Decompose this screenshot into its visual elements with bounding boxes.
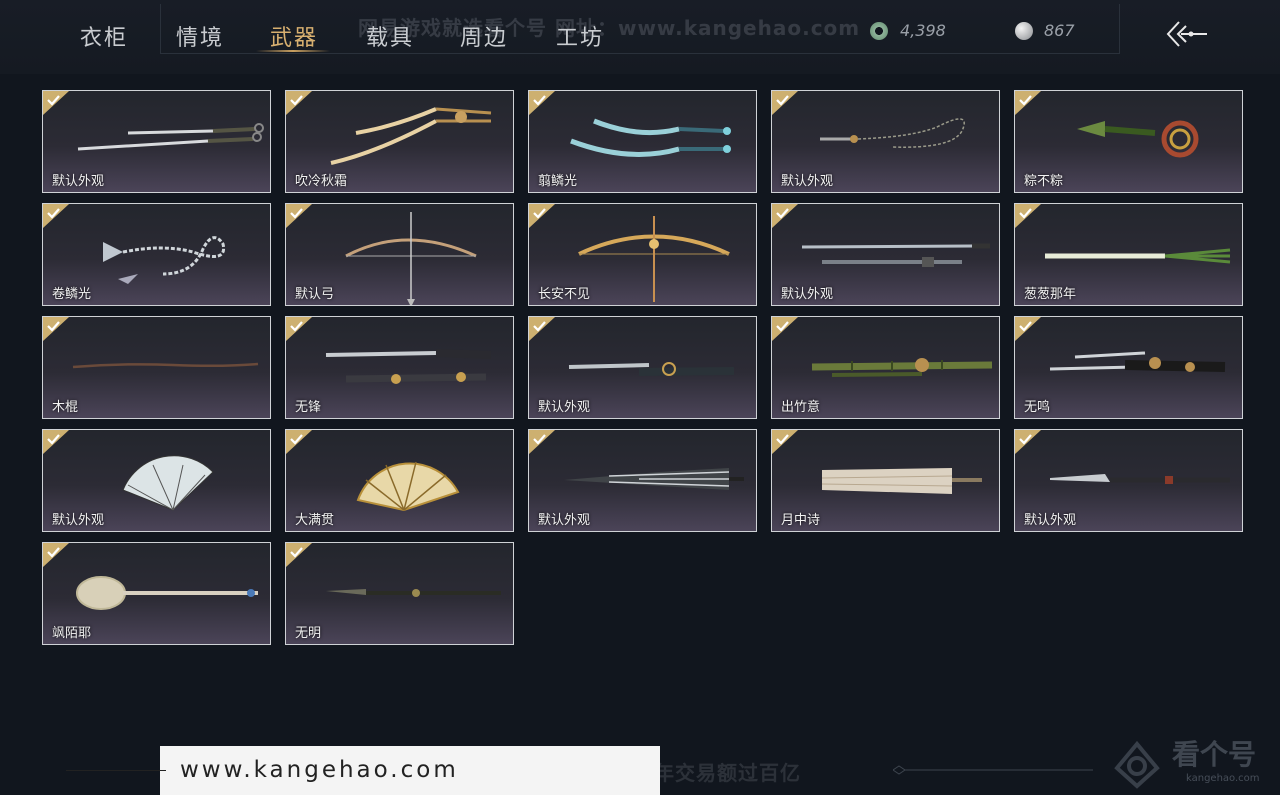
footer-divider <box>893 765 1093 775</box>
weapon-card[interactable]: 默认弓 <box>285 203 514 306</box>
logo-subtext: kangehao.com <box>1186 773 1260 784</box>
weapon-card[interactable]: 默认外观 <box>528 316 757 419</box>
jade-currency-amount: 4,398 <box>900 21 946 40</box>
weapon-name: 吹冷秋霜 <box>295 174 348 189</box>
weapon-name: 粽不粽 <box>1024 174 1064 189</box>
owned-check-icon <box>529 430 555 454</box>
logo-text: 看个号 <box>1172 738 1257 771</box>
weapon-card[interactable]: 无明 <box>285 542 514 645</box>
owned-check-icon <box>1015 317 1041 341</box>
url-line <box>66 770 166 771</box>
weapon-card[interactable]: 默认外观 <box>771 90 1000 193</box>
owned-check-icon <box>286 543 312 567</box>
silver-currency-amount: 867 <box>1044 21 1075 40</box>
owned-check-icon <box>43 91 69 115</box>
weapon-name: 葱葱那年 <box>1024 287 1077 302</box>
weapon-name: 长安不见 <box>538 287 591 302</box>
weapon-card[interactable]: 默认外观 <box>42 90 271 193</box>
weapon-card[interactable]: 默认外观 <box>1014 429 1243 532</box>
weapon-name: 卷鳞光 <box>52 287 92 302</box>
owned-check-icon <box>529 317 555 341</box>
tab-wardrobe[interactable]: 衣柜 <box>80 20 128 52</box>
weapon-card[interactable]: 葱葱那年 <box>1014 203 1243 306</box>
weapon-card[interactable]: 粽不粽 <box>1014 90 1243 193</box>
weapon-name: 默认外观 <box>538 513 591 528</box>
weapon-card[interactable]: 无锋 <box>285 316 514 419</box>
weapon-card[interactable]: 飒陌耶 <box>42 542 271 645</box>
tab-weapons[interactable]: 武器 <box>270 20 318 52</box>
owned-check-icon <box>1015 430 1041 454</box>
active-tab-underline <box>256 50 330 52</box>
weapon-name: 无锋 <box>295 400 322 415</box>
weapon-name: 默认外观 <box>538 400 591 415</box>
weapon-name: 默认外观 <box>1024 513 1077 528</box>
owned-check-icon <box>529 204 555 228</box>
weapon-card[interactable]: 吹冷秋霜 <box>285 90 514 193</box>
owned-check-icon <box>529 91 555 115</box>
weapon-card[interactable]: 默认外观 <box>42 429 271 532</box>
owned-check-icon <box>772 430 798 454</box>
weapon-name: 出竹意 <box>781 400 821 415</box>
silver-coin-icon <box>1015 22 1033 40</box>
tab-scenes[interactable]: 情境 <box>176 20 224 52</box>
owned-check-icon <box>43 430 69 454</box>
weapon-card[interactable]: 默认外观 <box>528 429 757 532</box>
owned-check-icon <box>1015 204 1041 228</box>
url-text: www.kangehao.com <box>180 757 459 783</box>
weapon-name: 月中诗 <box>781 513 821 528</box>
jade-coin-icon <box>870 22 888 40</box>
weapon-name: 无鸣 <box>1024 400 1051 415</box>
owned-check-icon <box>43 317 69 341</box>
weapon-name: 无明 <box>295 626 322 641</box>
owned-check-icon <box>772 91 798 115</box>
weapon-card[interactable]: 无鸣 <box>1014 316 1243 419</box>
weapon-name: 默认外观 <box>781 174 834 189</box>
weapon-name: 木棍 <box>52 400 79 415</box>
owned-check-icon <box>286 317 312 341</box>
weapon-name: 默认外观 <box>52 513 105 528</box>
weapon-name: 大满贯 <box>295 513 335 528</box>
weapon-name: 翦鳞光 <box>538 174 578 189</box>
weapon-card[interactable]: 卷鳞光 <box>42 203 271 306</box>
owned-check-icon <box>43 543 69 567</box>
top-watermark: 网易游戏就选看个号 网址：www.kangehao.com <box>358 16 861 40</box>
owned-check-icon <box>1015 91 1041 115</box>
owned-check-icon <box>772 204 798 228</box>
owned-check-icon <box>286 204 312 228</box>
weapon-card[interactable]: 出竹意 <box>771 316 1000 419</box>
weapon-card[interactable]: 翦鳞光 <box>528 90 757 193</box>
weapon-card[interactable]: 默认外观 <box>771 203 1000 306</box>
weapon-name: 默认外观 <box>781 287 834 302</box>
back-arrow-icon <box>1166 21 1207 47</box>
weapon-name: 默认外观 <box>52 174 105 189</box>
weapon-name: 默认弓 <box>295 287 335 302</box>
owned-check-icon <box>772 317 798 341</box>
back-button[interactable] <box>1165 18 1209 50</box>
weapon-card[interactable]: 长安不见 <box>528 203 757 306</box>
owned-check-icon <box>286 91 312 115</box>
owned-check-icon <box>286 430 312 454</box>
weapon-card[interactable]: 大满贯 <box>285 429 514 532</box>
owned-check-icon <box>43 204 69 228</box>
weapon-card[interactable]: 月中诗 <box>771 429 1000 532</box>
weapon-card[interactable]: 木棍 <box>42 316 271 419</box>
weapon-name: 飒陌耶 <box>52 626 92 641</box>
